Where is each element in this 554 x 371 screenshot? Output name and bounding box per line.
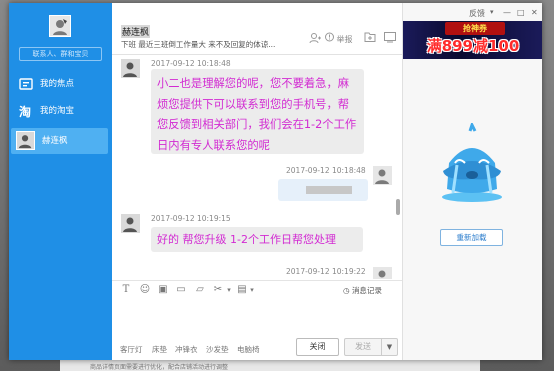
quick-phrase[interactable]: 电脑椅	[237, 344, 260, 355]
sidebar: 联系人、群和宝贝 我的焦点 淘 我的淘宝 赫连枫	[9, 3, 112, 360]
ad-banner[interactable]: 抢神券 满899减100	[403, 21, 542, 59]
sidebar-item-taobao[interactable]: 淘 我的淘宝	[9, 99, 112, 123]
focus-icon	[19, 78, 33, 90]
conversation-panel: 赫连枫 下班 最近三班倒工作量大 来不及回复的体谅... 举报 2017-09-…	[112, 3, 402, 360]
user-avatar[interactable]	[49, 15, 71, 37]
sidebar-item-contact[interactable]: 赫连枫	[11, 128, 108, 154]
minimize-icon[interactable]: —	[503, 8, 511, 17]
message-timestamp: 2017-09-12 10:19:15	[151, 214, 231, 223]
close-icon[interactable]: ✕	[531, 8, 538, 17]
right-panel: 反馈 ▾ — □ ✕ 抢神券 满899减100 重新加载	[402, 3, 542, 360]
avatar	[16, 131, 35, 150]
chevron-down-icon[interactable]: ▾	[490, 8, 494, 16]
contact-search-input[interactable]: 联系人、群和宝贝	[19, 47, 102, 61]
font-icon[interactable]: T	[120, 284, 132, 296]
quick-phrase[interactable]: 冲锋衣	[175, 344, 198, 355]
contact-name[interactable]: 赫连枫	[121, 25, 151, 38]
contact-avatar	[121, 59, 140, 78]
folder-icon[interactable]	[364, 32, 376, 46]
quick-phrase[interactable]: 客厅灯	[120, 344, 143, 355]
message-input[interactable]	[112, 299, 402, 337]
chevron-down-icon[interactable]: ▾	[223, 284, 235, 296]
report-label: 举报	[336, 35, 353, 44]
image-icon[interactable]: ▣	[157, 284, 169, 296]
taobao-icon: 淘	[19, 104, 31, 118]
clock-icon: ◷	[343, 286, 350, 295]
history-button[interactable]: ◷ 消息记录	[343, 285, 382, 296]
sidebar-item-focus[interactable]: 我的焦点	[9, 72, 112, 96]
sidebar-item-label: 我的淘宝	[40, 106, 75, 116]
svg-text:淘: 淘	[19, 104, 31, 118]
message-timestamp: 2017-09-12 10:19:22	[286, 267, 366, 276]
contact-avatar	[121, 214, 140, 233]
add-contact-icon[interactable]	[309, 32, 321, 46]
scrollbar-thumb[interactable]	[396, 199, 400, 215]
message-bubble: 小二也是理解您的呢，您不要着急，麻烦您提供下可以联系到您的手机号，帮您反馈到相关…	[151, 69, 364, 154]
chevron-down-icon[interactable]: ▾	[246, 284, 258, 296]
history-label: 消息记录	[351, 286, 382, 295]
warning-icon	[325, 32, 334, 42]
ad-top-label: 抢神券	[445, 22, 505, 35]
sidebar-item-label: 赫连枫	[42, 136, 68, 146]
maximize-icon[interactable]: □	[517, 8, 525, 17]
send-button[interactable]: 发送	[344, 338, 382, 356]
contact-status: 下班 最近三班倒工作量大 来不及回复的体谅...	[121, 40, 276, 49]
message-bubble	[278, 179, 368, 201]
quick-reply-icon[interactable]: ▱	[194, 284, 206, 296]
self-avatar	[373, 267, 392, 279]
input-toolbar: T ☺ ▣ ▭ ▱ ✂ ▾ ▤ ▾ ◷ 消息记录	[112, 280, 402, 298]
send-options-dropdown[interactable]: ▼	[382, 338, 398, 356]
screen-icon[interactable]	[384, 32, 396, 46]
report-button[interactable]: 举报	[325, 32, 353, 46]
sidebar-item-label: 我的焦点	[40, 79, 75, 89]
message-list[interactable]: 2017-09-12 10:18:48 小二也是理解您的呢，您不要着急，麻烦您提…	[112, 56, 402, 279]
feedback-link[interactable]: 反馈	[469, 8, 485, 19]
quick-phrase[interactable]: 沙发垫	[206, 344, 229, 355]
chat-scrollbar[interactable]	[396, 59, 400, 279]
conversation-header: 赫连枫 下班 最近三班倒工作量大 来不及回复的体谅... 举报	[112, 3, 402, 55]
emoji-icon[interactable]: ☺	[139, 284, 151, 296]
chat-window: 联系人、群和宝贝 我的焦点 淘 我的淘宝 赫连枫 赫连枫 下班 最近三班倒工作量…	[9, 3, 542, 360]
crying-mascot-icon	[442, 123, 502, 202]
reload-button[interactable]: 重新加载	[440, 229, 503, 246]
close-button[interactable]: 关闭	[296, 338, 339, 356]
self-avatar	[373, 166, 392, 185]
ad-main-text: 满899减100	[426, 37, 520, 55]
screenshot-icon[interactable]: ▭	[175, 284, 187, 296]
blurred-text	[306, 186, 352, 194]
message-bubble: 好的 帮您升级 1-2个工作日帮您处理	[151, 227, 363, 252]
quick-phrase[interactable]: 床垫	[152, 344, 167, 355]
message-timestamp: 2017-09-12 10:18:48	[151, 59, 231, 68]
message-timestamp: 2017-09-12 10:18:48	[286, 166, 366, 175]
